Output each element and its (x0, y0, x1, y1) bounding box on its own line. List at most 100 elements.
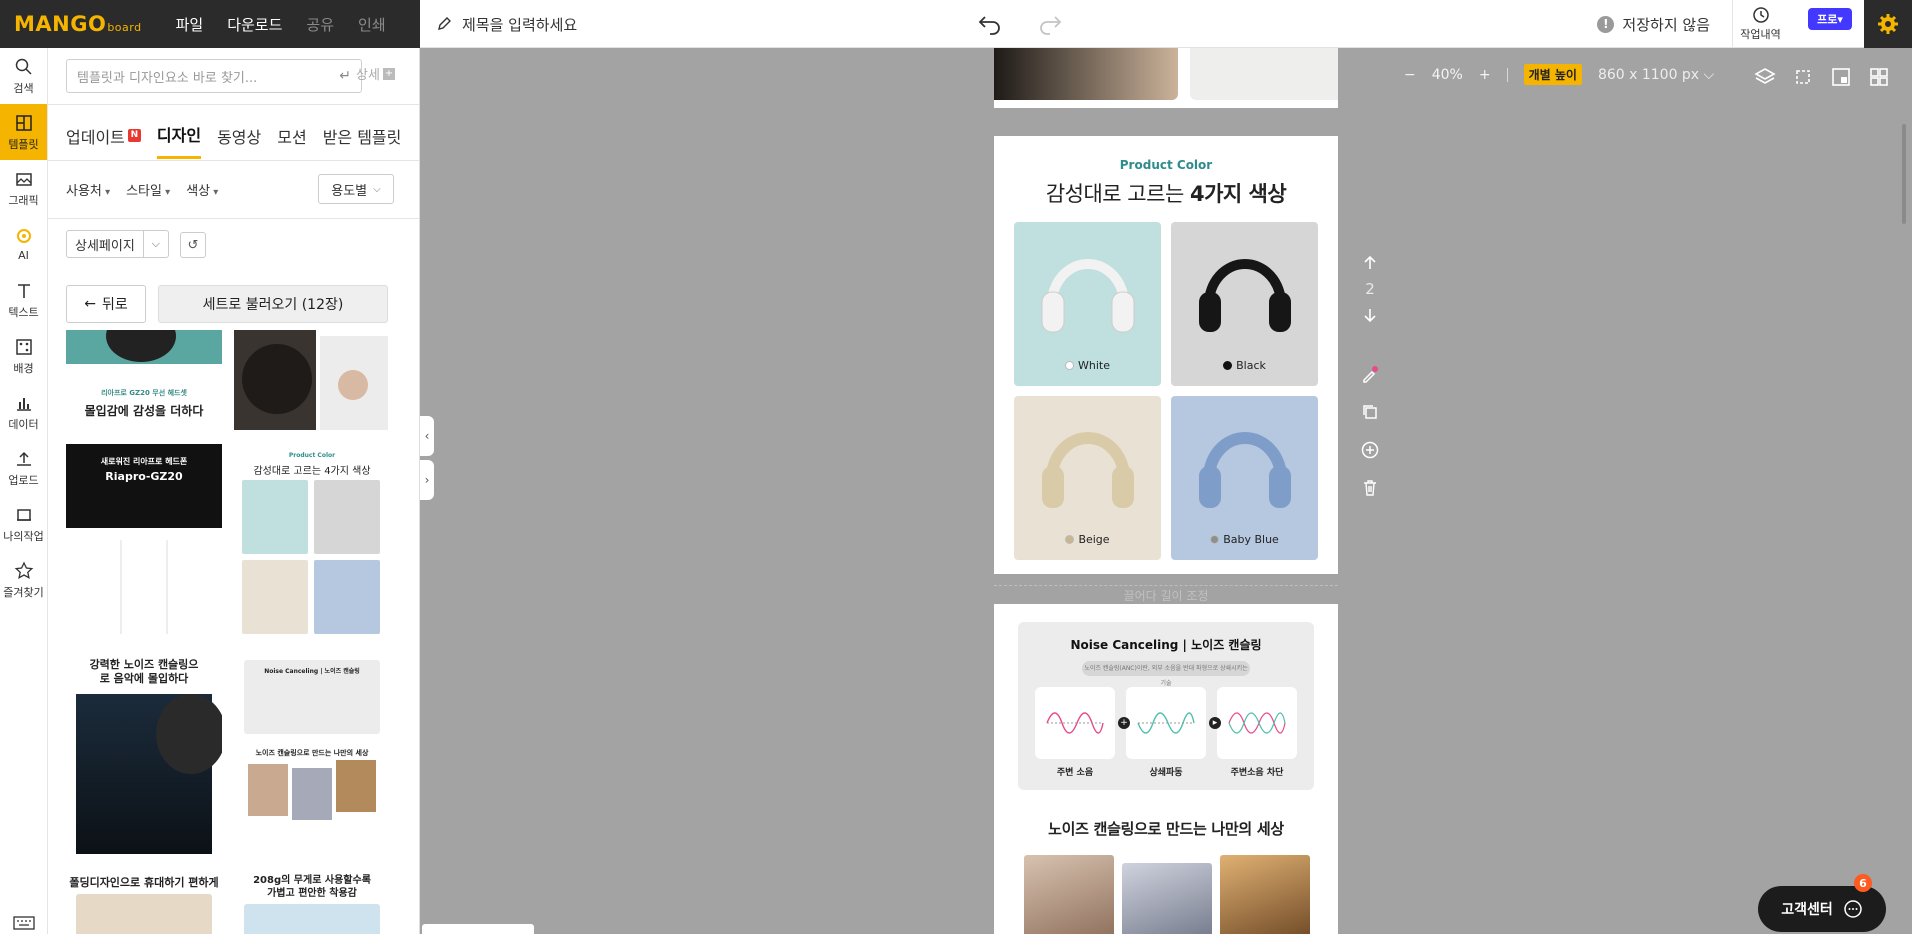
page-order-controls: 2 (1358, 254, 1382, 324)
height-mode-badge[interactable]: 개별 높이 (1523, 64, 1582, 85)
category-dropdown[interactable]: 상세페이지 ⌵ (66, 230, 169, 258)
rail-ai[interactable]: AI (0, 216, 47, 272)
crop-icon[interactable] (1792, 66, 1814, 88)
lifestyle-photo (1220, 855, 1310, 934)
rail-background[interactable]: 배경 (0, 328, 47, 384)
template-thumbnail[interactable]: Product Color 감성대로 고르는 4가지 색상 (234, 444, 390, 640)
rail-search[interactable]: 검색 (0, 48, 47, 104)
filter-color[interactable]: 색상 (186, 180, 218, 199)
zoom-out-button[interactable]: − (1404, 67, 1416, 83)
menu-share[interactable]: 공유 (306, 14, 334, 35)
expand-panel-button[interactable]: › (420, 460, 434, 500)
back-button[interactable]: ← 뒤로 (66, 285, 146, 323)
menu-print[interactable]: 인쇄 (358, 14, 386, 35)
grid-view-icon[interactable] (1868, 66, 1890, 88)
noise-canceling-description: 노이즈 캔슬링(ANC)이란, 외부 소음을 반대 파형으로 상쇄시키는 기술 (1082, 661, 1250, 687)
save-status-text: 저장하지 않음 (1622, 15, 1710, 34)
template-thumbnail[interactable]: 강력한 노이즈 캔슬링으로 음악에 몰입하다 (66, 656, 222, 856)
rail-graphic[interactable]: 그래픽 (0, 160, 47, 216)
canvas-page-3[interactable]: Noise Canceling | 노이즈 캔슬링 노이즈 캔슬링(ANC)이란… (994, 604, 1338, 934)
menu-download[interactable]: 다운로드 (227, 14, 282, 35)
template-thumbnail[interactable]: 리아프로 GZ20 무선 헤드셋 몰입감에 감성을 더하다 (66, 330, 222, 430)
template-thumbnail[interactable]: 새로워진 리아프로 헤드폰 Riapro-GZ20 (66, 444, 222, 640)
rail-template[interactable]: 템플릿 (0, 104, 47, 160)
rail-data[interactable]: 데이터 (0, 384, 47, 440)
color-dot (1065, 361, 1074, 370)
filter-usage[interactable]: 사용처 (66, 180, 110, 199)
ai-icon (16, 229, 31, 243)
color-swatch-baby-blue[interactable]: Baby Blue (1171, 396, 1318, 560)
rail-favorites[interactable]: 즐겨찾기 (0, 552, 47, 608)
divider (48, 104, 419, 105)
color-picker-icon[interactable] (1360, 364, 1380, 384)
collapse-panel-button[interactable]: ‹ (420, 416, 434, 456)
page-number: 2 (1365, 280, 1375, 298)
filter-row: 사용처 스타일 색상 (66, 180, 218, 199)
template-thumbnail[interactable]: Noise Canceling | 노이즈 캔슬링 노이즈 캔슬링으로 만드는 … (234, 656, 390, 856)
page-size-dropdown[interactable]: 860 x 1100 px ⌵ (1598, 67, 1714, 83)
gear-icon (1878, 14, 1898, 34)
tab-video[interactable]: 동영상 (217, 122, 261, 159)
bottom-page-strip[interactable] (422, 924, 534, 934)
canvas-scrollbar[interactable] (1902, 124, 1906, 224)
plus-icon: + (1118, 717, 1130, 729)
wave-cancel (1126, 687, 1206, 759)
mangoboard-logo[interactable]: MANGOboard (14, 12, 142, 36)
arrow-up-icon[interactable] (1361, 254, 1379, 272)
rail-my-work[interactable]: 나의작업 (0, 496, 47, 552)
editor-toolbar: 제목을 입력하세요 ! 저장하지 않음 작업내역 프로 ▾ (420, 0, 1912, 48)
customer-center-button[interactable]: 고객센터 6 (1758, 874, 1886, 932)
trash-icon[interactable] (1360, 478, 1380, 498)
page-image (1190, 48, 1338, 100)
tab-update[interactable]: 업데이트 N (66, 122, 141, 159)
page-image (994, 48, 1178, 100)
notification-badge: 6 (1854, 874, 1872, 892)
filter-style[interactable]: 스타일 (126, 180, 170, 199)
color-swatch-white[interactable]: White (1014, 222, 1161, 386)
pencil-icon (438, 17, 451, 30)
undo-icon[interactable] (975, 8, 1005, 38)
layers-icon[interactable] (1754, 66, 1776, 88)
menu-file[interactable]: 파일 (176, 14, 204, 35)
pro-button[interactable]: 프로 ▾ (1808, 8, 1852, 30)
new-badge: N (127, 129, 141, 142)
page-resize-handle[interactable]: 끌어다 길이 조정 (994, 585, 1338, 605)
arrow-down-icon[interactable] (1361, 306, 1379, 324)
template-thumbnail[interactable] (234, 330, 390, 430)
chevron-left-icon: ‹ (424, 429, 430, 443)
panel-icon[interactable] (1830, 66, 1852, 88)
color-dot (1065, 535, 1075, 544)
color-swatch-beige[interactable]: Beige (1014, 396, 1161, 560)
template-thumbnail-grid: 리아프로 GZ20 무선 헤드셋 몰입감에 감성을 더하다 새로워진 리아프로 … (66, 330, 396, 934)
rail-upload[interactable]: 업로드 (0, 440, 47, 496)
detail-search-button[interactable]: 상세 + (356, 64, 395, 83)
tab-design[interactable]: 디자인 (156, 122, 202, 159)
duplicate-icon[interactable] (1360, 402, 1380, 422)
purpose-dropdown[interactable]: 용도별 ⌵ (318, 174, 394, 204)
add-page-icon[interactable] (1360, 440, 1380, 460)
canvas-page-2[interactable]: Product Color 감성대로 고르는 4가지 색상 White Blac… (994, 136, 1338, 574)
canvas-page-1[interactable] (994, 48, 1338, 108)
zoom-level[interactable]: 40% (1432, 67, 1463, 83)
settings-button[interactable] (1864, 0, 1912, 48)
rail-text[interactable]: 텍스트 (0, 272, 47, 328)
load-set-button[interactable]: 세트로 불러오기 (12장) (158, 285, 388, 323)
redo-icon[interactable] (1035, 8, 1065, 38)
color-swatch-black[interactable]: Black (1171, 222, 1318, 386)
template-thumbnail[interactable]: 폴딩디자인으로 휴대하기 편하게 (66, 872, 222, 934)
divider (48, 160, 419, 161)
zoom-in-button[interactable]: + (1479, 67, 1491, 83)
template-thumbnail[interactable]: 208g의 무게로 사용할수록 가볍고 편안한 착용감 (234, 872, 390, 934)
headphone-icon (1041, 259, 1135, 333)
document-title-input[interactable]: 제목을 입력하세요 (436, 0, 577, 48)
keyboard-shortcut-button[interactable] (0, 916, 48, 930)
history-button[interactable]: 작업내역 (1732, 0, 1788, 48)
tab-motion[interactable]: 모션 (277, 122, 306, 159)
chart-icon (16, 397, 31, 411)
background-icon (15, 338, 32, 355)
tab-received[interactable]: 받은 템플릿 (323, 122, 402, 159)
template-search-input[interactable]: 템플릿과 디자인요소 바로 찾기... ↵ (66, 59, 362, 93)
color-dot (1223, 361, 1233, 370)
reset-filter-button[interactable]: ↺ (180, 232, 206, 258)
enter-icon: ↵ (339, 68, 351, 84)
